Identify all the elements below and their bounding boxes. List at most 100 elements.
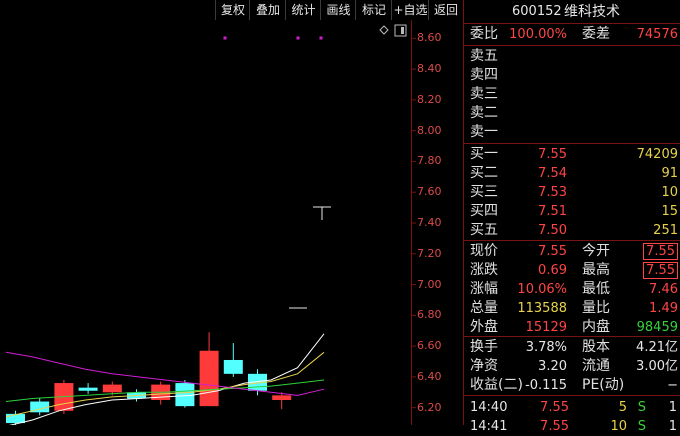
stat-row: 总量 113588 量比 1.49 <box>464 299 680 318</box>
marker-dot <box>319 36 323 40</box>
tick-row: 14:40 7.55 5 S 1 <box>464 398 680 417</box>
tick-price: 7.55 <box>540 400 569 415</box>
divider <box>464 240 680 241</box>
candle-body <box>272 395 292 400</box>
stat-value: 7.55 <box>538 244 567 259</box>
stat-value: 0.69 <box>538 263 567 278</box>
chart-toolbar: 复权 叠加 统计 画线 标记 +自选 返回 <box>0 0 462 20</box>
y-tick-label: 8.40 <box>417 62 442 76</box>
weicha-label: 委差 <box>582 26 610 42</box>
y-tick-label: 8.60 <box>417 31 442 45</box>
stat-label: 现价 <box>470 243 498 259</box>
stock-name: 维科技术 <box>564 4 620 20</box>
stat-row: 涨跌 0.69 最高 7.55 <box>464 261 680 280</box>
marker-dot <box>296 36 300 40</box>
toolbar-button-1[interactable]: 叠加 <box>249 0 286 20</box>
tick-volume: 10 <box>610 419 627 434</box>
buy-price: 7.53 <box>538 185 567 200</box>
tick-time: 14:40 <box>470 400 508 415</box>
toolbar-button-3[interactable]: 画线 <box>320 0 356 20</box>
stat-row: 净资 3.20 流通 3.00亿 <box>464 357 680 376</box>
tick-time: 14:41 <box>470 419 508 434</box>
buy-label: 买三 <box>470 184 498 200</box>
stat-value: -0.115 <box>525 378 567 393</box>
sell-row: 卖三 <box>464 85 680 104</box>
buy-price: 7.51 <box>538 204 567 219</box>
marker-dot <box>223 36 227 40</box>
divider <box>464 336 680 337</box>
buy-price: 7.55 <box>538 147 567 162</box>
kline-chart[interactable]: 8.60 8.40 8.20 8.00 7.80 7.60 7.40 7.20 7.00 6.80… <box>0 20 462 431</box>
window-icon-fill <box>401 27 404 34</box>
y-tick-label: 7.60 <box>417 185 442 199</box>
diamond-icon <box>379 25 389 35</box>
buy-volume: 10 <box>661 185 678 200</box>
y-tick-label: 7.80 <box>417 154 442 168</box>
stat-label: 量比 <box>582 300 610 316</box>
stat-label: 流通 <box>582 358 610 374</box>
candle-body <box>6 413 25 424</box>
toolbar-button-4[interactable]: 标记 <box>355 0 392 20</box>
stat-value: 3.20 <box>538 359 567 374</box>
sell-row: 卖一 <box>464 123 680 142</box>
stat-label: 涨幅 <box>470 281 498 297</box>
sell-label: 卖四 <box>470 67 498 83</box>
sell-row: 卖五 <box>464 47 680 66</box>
candle-body <box>175 383 195 407</box>
buy-volume: 15 <box>661 204 678 219</box>
tick-row: 14:41 7.55 10 S 1 <box>464 417 680 436</box>
kline-svg <box>5 20 416 431</box>
stat-label: 最低 <box>582 281 610 297</box>
limit-marker <box>313 206 331 220</box>
weibi-label: 委比 <box>470 26 498 42</box>
candle-body <box>78 387 98 391</box>
sell-row: 卖四 <box>464 66 680 85</box>
stat-value: 1.49 <box>649 301 678 316</box>
buy-label: 买二 <box>470 165 498 181</box>
buy-price: 7.50 <box>538 223 567 238</box>
stat-value: 10.06% <box>517 282 567 297</box>
stat-row: 涨幅 10.06% 最低 7.46 <box>464 280 680 299</box>
candle-body <box>199 350 219 407</box>
sell-label: 卖三 <box>470 86 498 102</box>
toolbar-button-6[interactable]: 返回 <box>428 0 463 20</box>
buy-price: 7.54 <box>538 166 567 181</box>
candle-body <box>223 359 243 374</box>
tick-volume: 5 <box>618 400 627 415</box>
tick-side: S <box>637 400 646 415</box>
divider <box>464 395 680 396</box>
buy-row: 买一 7.55 74209 <box>464 145 680 164</box>
divider <box>464 143 680 144</box>
candle-body <box>102 384 122 393</box>
buy-volume: 74209 <box>636 147 678 162</box>
stat-value: 15129 <box>525 320 567 335</box>
buy-row: 买三 7.53 10 <box>464 183 680 202</box>
stat-row: 收益(二) -0.115 PE(动) − <box>464 376 680 395</box>
y-tick-label: 7.20 <box>417 246 442 260</box>
stat-row: 现价 7.55 今开 7.55 <box>464 242 680 261</box>
quote-panel: 600152 维科技术 委比 100.00% 委差 74576 卖五 卖四 卖三 卖二… <box>463 0 680 434</box>
toolbar-button-2[interactable]: 统计 <box>285 0 321 20</box>
divider <box>464 23 680 24</box>
sell-row: 卖二 <box>464 104 680 123</box>
y-tick-label: 8.20 <box>417 92 442 106</box>
stat-label: 最高 <box>582 262 610 278</box>
sell-label: 卖五 <box>470 48 498 64</box>
buy-volume: 251 <box>653 223 678 238</box>
weicha-value: 74576 <box>636 27 678 42</box>
stat-value: 7.46 <box>649 282 678 297</box>
stat-value: 3.00亿 <box>636 359 678 374</box>
stat-label: 涨跌 <box>470 262 498 278</box>
stat-label: 换手 <box>470 339 498 355</box>
stock-header: 600152 维科技术 <box>464 2 680 22</box>
stat-row: 换手 3.78% 股本 4.21亿 <box>464 338 680 357</box>
divider <box>464 45 680 46</box>
stat-value: 98459 <box>636 320 678 335</box>
toolbar-button-0[interactable]: 复权 <box>215 0 250 20</box>
buy-row: 买五 7.50 251 <box>464 221 680 240</box>
buy-label: 买五 <box>470 222 498 238</box>
toolbar-button-5[interactable]: +自选 <box>391 0 429 20</box>
buy-label: 买四 <box>470 203 498 219</box>
stat-value: 7.55 <box>643 262 678 279</box>
ma-line-0 <box>5 333 325 427</box>
